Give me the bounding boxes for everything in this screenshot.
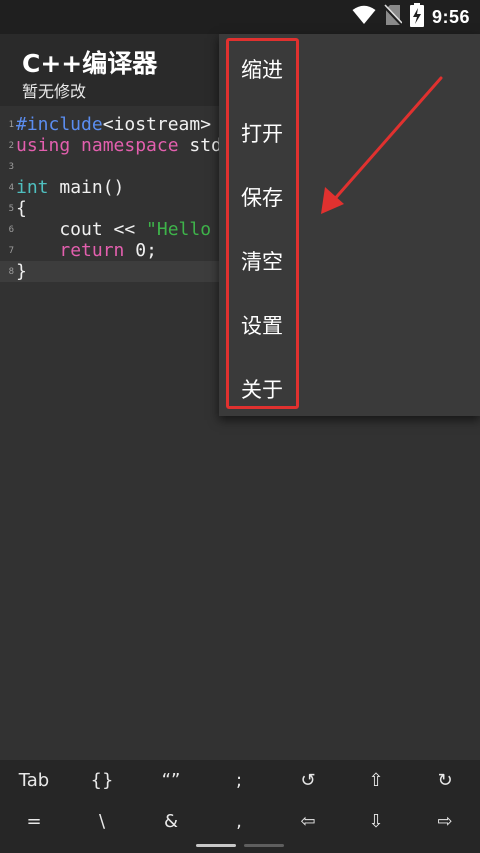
code-token: using namespace (16, 135, 190, 156)
battery-charging-icon (409, 3, 424, 31)
code-text: #include<iostream> (16, 114, 211, 135)
overflow-menu: 缩进打开保存清空设置关于 (219, 34, 480, 416)
screen: 9:56 C++编译器 暂无修改 1 #include<iostream> 2 usi… (0, 0, 480, 853)
nav-handle-inactive (244, 844, 284, 847)
key-right-arrow[interactable]: ⇨ (411, 802, 479, 842)
menu-item-save[interactable]: 保存 (219, 164, 480, 228)
menu-item-open[interactable]: 打开 (219, 100, 480, 164)
code-text: return 0; (16, 240, 157, 261)
line-number: 2 (8, 141, 14, 151)
key-ampersand[interactable]: & (137, 802, 205, 842)
code-token: } (16, 261, 27, 282)
key-down-arrow[interactable]: ⇩ (342, 802, 410, 842)
menu-item-label: 缩进 (241, 58, 283, 82)
nav-handle-active (196, 844, 236, 847)
menu-item-about[interactable]: 关于 (219, 356, 480, 420)
menu-item-settings[interactable]: 设置 (219, 292, 480, 356)
key-left-arrow[interactable]: ⇦ (274, 802, 342, 842)
key-tab[interactable]: Tab (0, 761, 68, 801)
key-semicolon[interactable]: ; (205, 761, 273, 801)
app-title: C++编译器 (22, 49, 158, 78)
menu-item-clear[interactable]: 清空 (219, 228, 480, 292)
code-token: int (16, 177, 49, 198)
code-token: <iostream> (102, 114, 212, 135)
key-shift-up[interactable]: ⇧ (342, 761, 410, 801)
code-text: { (16, 198, 27, 219)
code-token: { (16, 198, 27, 219)
wifi-icon (352, 5, 376, 29)
code-text: using namespace std; (16, 135, 233, 156)
menu-item-label: 关于 (241, 378, 283, 402)
key-backslash[interactable]: \ (68, 802, 136, 842)
code-token: cout << (16, 219, 147, 240)
menu-item-label: 设置 (241, 314, 283, 338)
key-undo[interactable]: ↺ (274, 761, 342, 801)
line-number: 4 (8, 183, 14, 193)
status-time: 9:56 (431, 6, 470, 27)
menu-item-indent[interactable]: 缩进 (219, 36, 480, 100)
line-number: 1 (8, 120, 14, 130)
app-subtitle: 暂无修改 (22, 82, 87, 101)
line-number: 3 (8, 162, 14, 172)
shortcut-key-bar: Tab{} “”; ↺ ⇧ ↻ = \ &, ⇦ ⇩ ⇨ (0, 760, 480, 853)
key-equals[interactable]: = (0, 802, 68, 842)
line-number: 6 (8, 225, 14, 235)
menu-item-label: 打开 (241, 122, 283, 146)
code-text: int main() (16, 177, 124, 198)
key-redo[interactable]: ↻ (411, 761, 479, 801)
line-number: 7 (8, 246, 14, 256)
code-text: } (16, 261, 27, 282)
code-text: cout << "Hello (16, 219, 211, 240)
key-quotes[interactable]: “” (137, 761, 205, 801)
status-bar: 9:56 (0, 0, 480, 34)
code-token: main() (48, 177, 125, 198)
line-number: 5 (8, 204, 14, 214)
code-token: return (59, 240, 125, 261)
no-sim-icon (382, 4, 404, 30)
menu-item-label: 保存 (241, 186, 283, 210)
code-token: "Hello (146, 219, 212, 240)
line-number: 8 (8, 267, 14, 277)
code-token: #include (16, 114, 103, 135)
menu-item-label: 清空 (241, 250, 283, 274)
key-comma[interactable]: , (205, 802, 273, 842)
key-braces[interactable]: {} (68, 761, 136, 801)
code-token: 0; (124, 240, 157, 261)
status-icons: 9:56 (352, 3, 470, 31)
